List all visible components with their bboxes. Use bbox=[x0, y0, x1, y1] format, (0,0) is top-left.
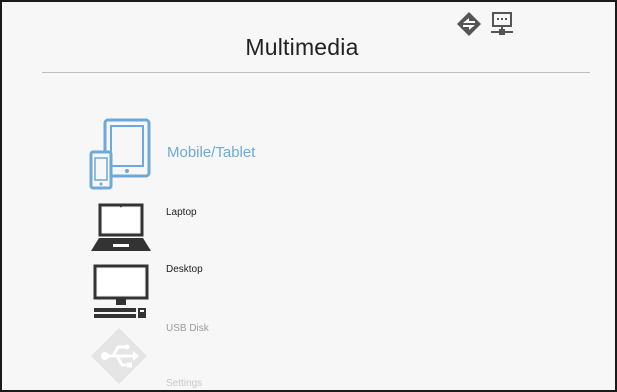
laptop-icon bbox=[89, 203, 153, 253]
multimedia-screen: Multimedia Mobile/Tablet Laptop Desktop … bbox=[0, 0, 617, 392]
menu-item-desktop[interactable]: Desktop bbox=[2, 260, 612, 322]
menu-item-mobile-tablet[interactable]: Mobile/Tablet bbox=[2, 112, 612, 190]
menu-item-laptop[interactable]: Laptop bbox=[2, 200, 612, 256]
menu-label-laptop: Laptop bbox=[166, 207, 197, 218]
title-divider bbox=[42, 72, 590, 73]
menu-label-desktop: Desktop bbox=[166, 264, 203, 275]
menu-item-usb-disk[interactable]: USB Disk bbox=[2, 320, 612, 384]
menu-label-mobile-tablet: Mobile/Tablet bbox=[167, 144, 256, 161]
menu-item-settings[interactable]: Settings bbox=[2, 374, 612, 390]
mobile-tablet-icon bbox=[88, 118, 152, 190]
menu-label-settings: Settings bbox=[166, 378, 203, 389]
menu-label-usb-disk: USB Disk bbox=[166, 323, 209, 334]
page-title: Multimedia bbox=[245, 34, 359, 60]
desktop-icon bbox=[92, 264, 152, 322]
